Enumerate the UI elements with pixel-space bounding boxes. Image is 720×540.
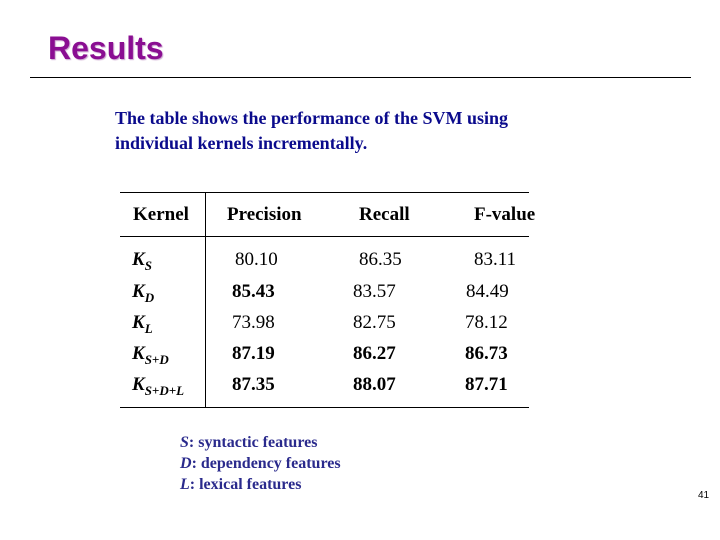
table-cell-recall: 88.07: [353, 374, 396, 395]
header-precision: Precision: [227, 204, 302, 225]
page-number: 41: [698, 490, 710, 501]
legend-text: : lexical features: [189, 476, 302, 493]
table-header-border: [120, 236, 529, 237]
kernel-subscript: D: [144, 290, 155, 305]
table-column-divider: [205, 192, 206, 407]
intro-text: The table shows the performance of the S…: [115, 106, 575, 156]
header-fvalue: F-value: [474, 204, 536, 225]
table-cell-recall: 86.35: [359, 249, 402, 270]
legend-item: S: syntactic features: [180, 432, 341, 453]
table-cell-recall: 86.27: [353, 343, 396, 364]
legend-item: L: lexical features: [180, 474, 341, 495]
table-cell-fvalue: 83.11: [474, 249, 517, 270]
kernel-base: K: [132, 281, 145, 302]
kernel-subscript: S: [144, 258, 152, 273]
table-cell-precision: 80.10: [235, 249, 278, 270]
table-bottom-border: [120, 407, 529, 408]
header-recall: Recall: [359, 204, 410, 225]
intro-line: The table shows the performance of the S…: [115, 108, 508, 128]
kernel-base: K: [132, 249, 145, 270]
table-row-kernel: KL: [132, 312, 153, 337]
intro-line: individual kernels incrementally.: [115, 133, 368, 153]
legend-key: L: [180, 476, 190, 493]
table-cell-recall: 82.75: [353, 312, 396, 333]
table-cell-fvalue: 86.73: [465, 343, 508, 364]
table-cell-precision: 85.43: [232, 281, 275, 302]
kernel-base: K: [132, 312, 145, 333]
table-row-kernel: KD: [132, 281, 154, 306]
kernel-subscript: L: [144, 321, 153, 336]
table-row-kernel: KS: [132, 249, 152, 274]
slide-title: Results: [48, 30, 164, 66]
legend-key: D: [180, 455, 192, 472]
kernel-subscript: S+D+L: [144, 383, 185, 398]
table-cell-recall: 83.57: [353, 281, 396, 302]
kernel-base: K: [132, 343, 145, 364]
table-top-border: [120, 192, 529, 193]
legend-text: : dependency features: [191, 455, 341, 472]
table-cell-fvalue: 78.12: [465, 312, 508, 333]
table-cell-precision: 87.35: [232, 374, 275, 395]
table-cell-precision: 87.19: [232, 343, 275, 364]
feature-legend: S: syntactic features D: dependency feat…: [180, 432, 341, 495]
kernel-subscript: S+D: [144, 352, 169, 367]
header-kernel: Kernel: [133, 204, 189, 225]
table-cell-fvalue: 87.71: [465, 374, 508, 395]
title-divider: [30, 77, 691, 78]
legend-key: S: [180, 434, 189, 451]
legend-text: : syntactic features: [188, 434, 318, 451]
legend-item: D: dependency features: [180, 453, 341, 474]
table-cell-precision: 73.98: [232, 312, 275, 333]
kernel-base: K: [132, 374, 145, 395]
table-cell-fvalue: 84.49: [466, 281, 509, 302]
table-row-kernel: KS+D: [132, 343, 169, 368]
table-row-kernel: KS+D+L: [132, 374, 184, 399]
